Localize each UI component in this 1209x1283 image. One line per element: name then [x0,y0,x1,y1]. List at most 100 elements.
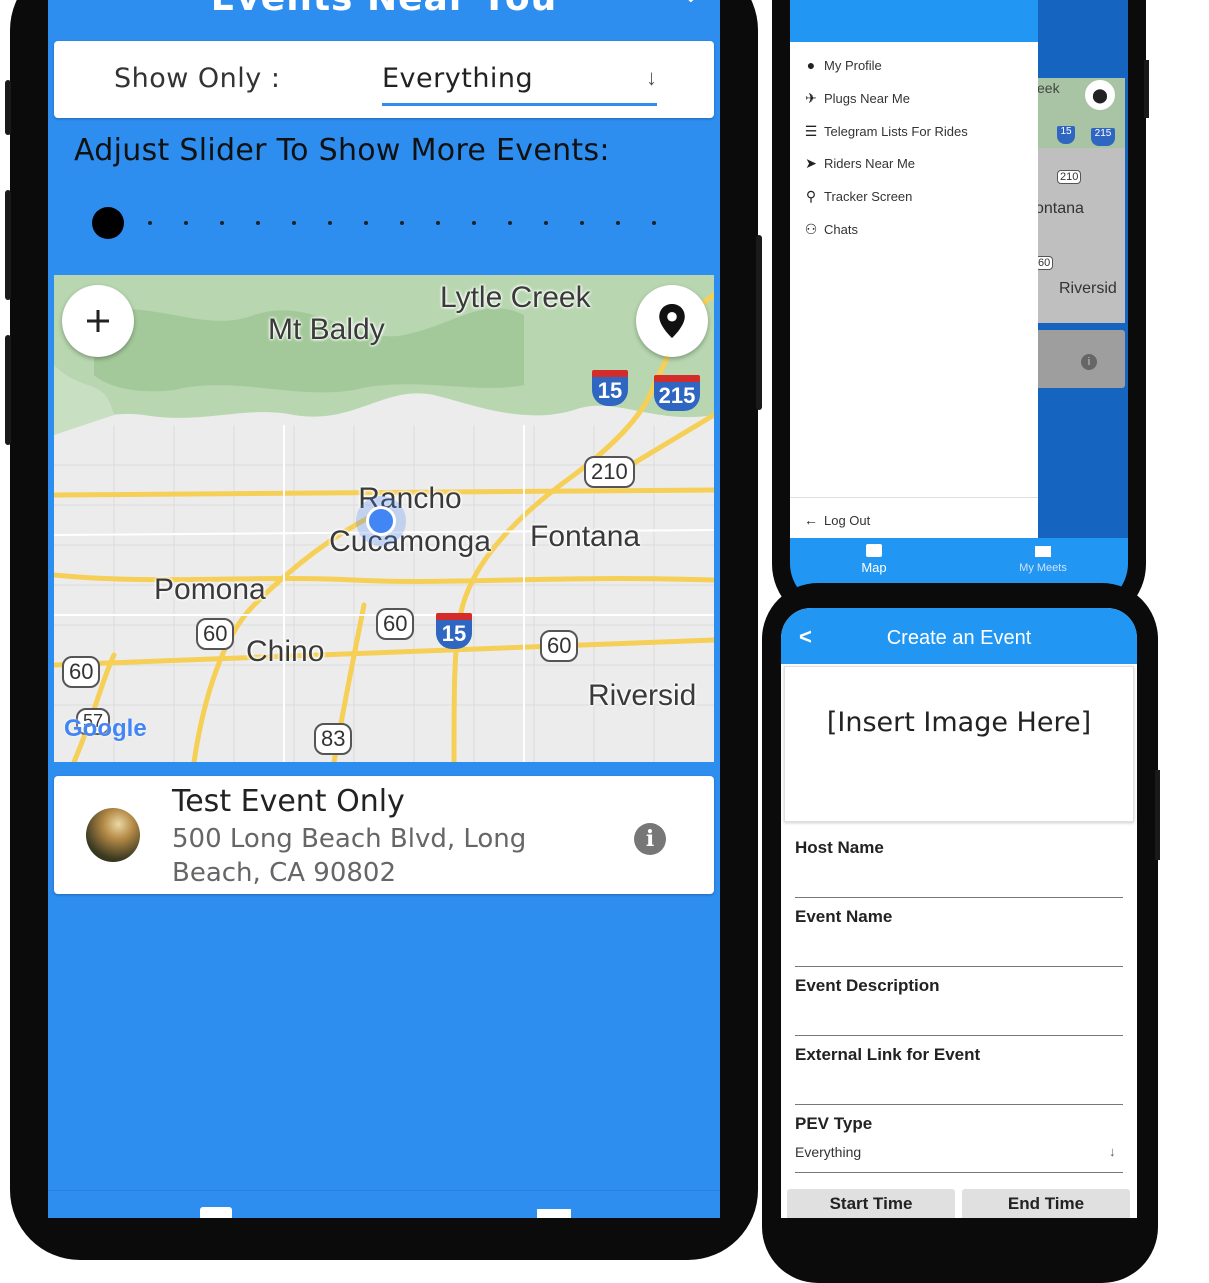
arrow-down-icon: ↓ [646,65,657,90]
background-event-card: i [1035,330,1125,388]
create-phone-screen: < Create an Event [Insert Image Here] Ho… [781,608,1137,1218]
slider-tick [328,221,332,225]
map-label: Rancho Cucamonga [329,482,491,558]
map-pin-icon: ⬤ [1085,80,1115,110]
chat-icon[interactable] [200,1207,232,1218]
events-map[interactable]: Lytle Creek Mt Baldy Rancho Cucamonga Fo… [54,275,714,762]
start-time-button[interactable]: Start Time [787,1189,955,1218]
event-title: Test Event Only [172,784,405,819]
event-card[interactable]: Test Event Only 500 Long Beach Blvd, Lon… [54,776,714,894]
event-name-label: Event Name [795,907,893,926]
filter-label: Show Only : [114,63,281,94]
event-description-field[interactable] [795,1035,1123,1036]
interstate-shield: 15 [592,370,628,406]
nav-label: My Meets [1019,562,1067,574]
drawer-item-label: Plugs Near Me [824,90,910,106]
slider-tick [148,221,152,225]
route-shield: 83 [314,723,353,755]
route-shield: 60 [376,608,415,640]
add-event-button[interactable] [62,285,134,357]
drawer-item-my-profile[interactable]: ● My Profile [798,53,882,77]
slider-tick [508,221,512,225]
slider-tick [436,221,440,225]
drawer-phone-button [1144,60,1149,118]
event-description-label: Event Description [795,976,940,995]
page-title: Create an Event [886,627,1032,649]
external-link-field[interactable] [795,1104,1123,1105]
slider-tick [472,221,476,225]
map-label: Riversid [1059,280,1117,297]
image-placeholder-text: [Insert Image Here] [826,707,1092,738]
route-shield: 60 [196,618,235,650]
map-label: Pomona [154,573,266,606]
slider-tick [184,221,188,225]
filter-dropdown[interactable]: Everything ↓ [382,53,657,106]
slider-tick [652,221,656,225]
people-icon: ⚇ [804,220,818,237]
drawer-divider [790,497,1038,498]
pev-type-value[interactable]: Everything [795,1144,861,1160]
map-label: Riversid [588,679,697,712]
drawer-header [790,0,1038,42]
pev-type-dropdown[interactable] [795,1172,1123,1173]
slider-tick [292,221,296,225]
slider-thumb[interactable] [92,207,124,239]
chat-icon [866,544,882,557]
distance-slider[interactable] [92,205,658,241]
info-icon[interactable]: i [634,823,666,855]
slider-tick [544,221,548,225]
end-time-button[interactable]: End Time [962,1189,1130,1218]
main-phone-volume-up [5,190,11,300]
drawer-item-label: Riders Near Me [824,155,916,171]
logout-button[interactable]: ← Log Out [798,508,870,532]
interstate-shield: 215 [654,375,700,411]
nav-drawer: ● My Profile ✈ Plugs Near Me ☰ Telegram Lis… [790,0,1038,538]
external-link-label: External Link for Event [795,1045,981,1064]
run-icon: ⚲ [805,187,817,204]
bottom-nav [48,1190,720,1218]
drawer-item-label: Telegram Lists For Rides [824,123,968,139]
drawer-item-label: Tracker Screen [824,188,913,204]
navigation-icon: ➤ [805,154,817,171]
mail-icon[interactable] [537,1209,571,1218]
drawer-item-label: Chats [824,221,858,237]
slider-tick [400,221,404,225]
event-avatar [86,808,140,862]
drawer-phone-screen: eek ⬤ 15 215 210 ontana 60 Riversid i ● M… [790,0,1128,607]
nav-item-my-meets[interactable]: My Meets [998,546,1088,574]
route-shield: 210 [1057,170,1082,184]
map-label: Fontana [530,520,641,553]
plus-icon [87,310,109,332]
drawer-item-telegram-lists[interactable]: ☰ Telegram Lists For Rides [798,119,968,143]
main-phone-screen: Events Near You ⌄ Show Only : Everything… [48,0,720,1218]
host-name-label: Host Name [795,838,884,857]
drawer-item-plugs-near-me[interactable]: ✈ Plugs Near Me [798,86,910,110]
nav-item-map[interactable]: Map [829,544,919,575]
route-shield: 60 [62,656,101,688]
slider-tick [580,221,584,225]
mail-icon [1035,546,1051,557]
arrow-left-icon: ← [804,512,818,528]
page-title: Events Near You [48,0,720,19]
list-icon: ☰ [804,122,818,139]
app-bar: < Create an Event [781,608,1137,664]
event-name-field[interactable] [795,966,1123,967]
route-shield: 60 [540,630,579,662]
drawer-item-tracker-screen[interactable]: ⚲ Tracker Screen [798,184,913,208]
background-map: eek ⬤ 15 215 210 ontana 60 Riversid [1035,78,1125,323]
pev-type-label: PEV Type [795,1114,873,1133]
drawer-item-chats[interactable]: ⚇ Chats [798,217,858,241]
host-name-field[interactable] [795,897,1123,898]
filter-value: Everything [382,63,534,94]
image-placeholder[interactable]: [Insert Image Here] [784,666,1134,822]
interstate-shield: 215 [1091,128,1115,146]
chevron-down-icon[interactable]: ⌄ [682,0,700,8]
current-location-marker [366,506,396,536]
slider-tick [220,221,224,225]
drawer-item-riders-near-me[interactable]: ➤ Riders Near Me [798,151,915,175]
location-button[interactable] [636,285,708,357]
slider-tick [256,221,260,225]
slider-label: Adjust Slider To Show More Events: [74,133,610,168]
main-phone-power-button [756,235,762,410]
nav-label: Map [861,560,887,575]
